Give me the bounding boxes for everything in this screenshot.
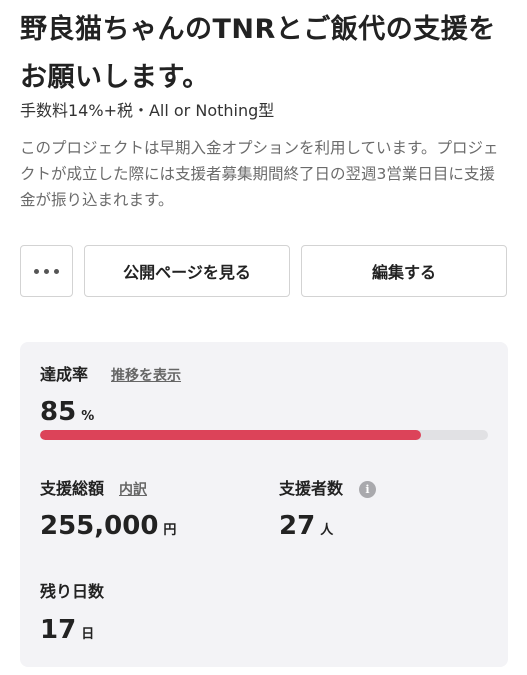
supporters-label: 支援者数 (279, 479, 344, 498)
achievement-label: 達成率 (40, 365, 89, 384)
supporters-number: 27 (279, 511, 316, 541)
show-trend-link[interactable]: 推移を表示 (111, 365, 181, 387)
total-amount-value: 255,000 円 (40, 511, 176, 546)
remaining-days-unit: 日 (81, 627, 95, 642)
project-description: このプロジェクトは早期入金オプションを利用しています。プロジェクトが成立した際に… (20, 139, 499, 209)
more-horizontal-icon (34, 268, 59, 274)
achievement-progress-fill (40, 430, 421, 440)
achievement-number: 85 (40, 397, 77, 427)
remaining-days-value: 17 日 (40, 615, 94, 650)
more-options-button[interactable] (20, 245, 73, 297)
breakdown-link[interactable]: 内訳 (119, 479, 147, 501)
total-amount-unit: 円 (163, 523, 177, 538)
supporters-value: 27 人 (279, 511, 333, 546)
supporters-unit: 人 (320, 523, 334, 538)
project-title: 野良猫ちゃんのTNRとご飯代の支援をお願いします。 (20, 14, 496, 93)
view-public-page-button[interactable]: 公開ページを見る (84, 245, 290, 297)
achievement-progress-bar (40, 430, 488, 440)
stats-panel: 達成率 推移を表示 85% 支援総額 内訳 255,000 円 支援者数 i 27… (20, 342, 508, 667)
info-icon[interactable]: i (359, 481, 376, 498)
achievement-unit: % (81, 409, 95, 424)
remaining-days-label: 残り日数 (40, 582, 105, 601)
achievement-value: 85% (40, 397, 94, 432)
total-amount-number: 255,000 (40, 511, 159, 541)
remaining-days-number: 17 (40, 615, 77, 645)
fee-info: 手数料14%+税・All or Nothing型 (20, 101, 275, 120)
edit-button[interactable]: 編集する (301, 245, 507, 297)
total-amount-label: 支援総額 (40, 479, 105, 498)
